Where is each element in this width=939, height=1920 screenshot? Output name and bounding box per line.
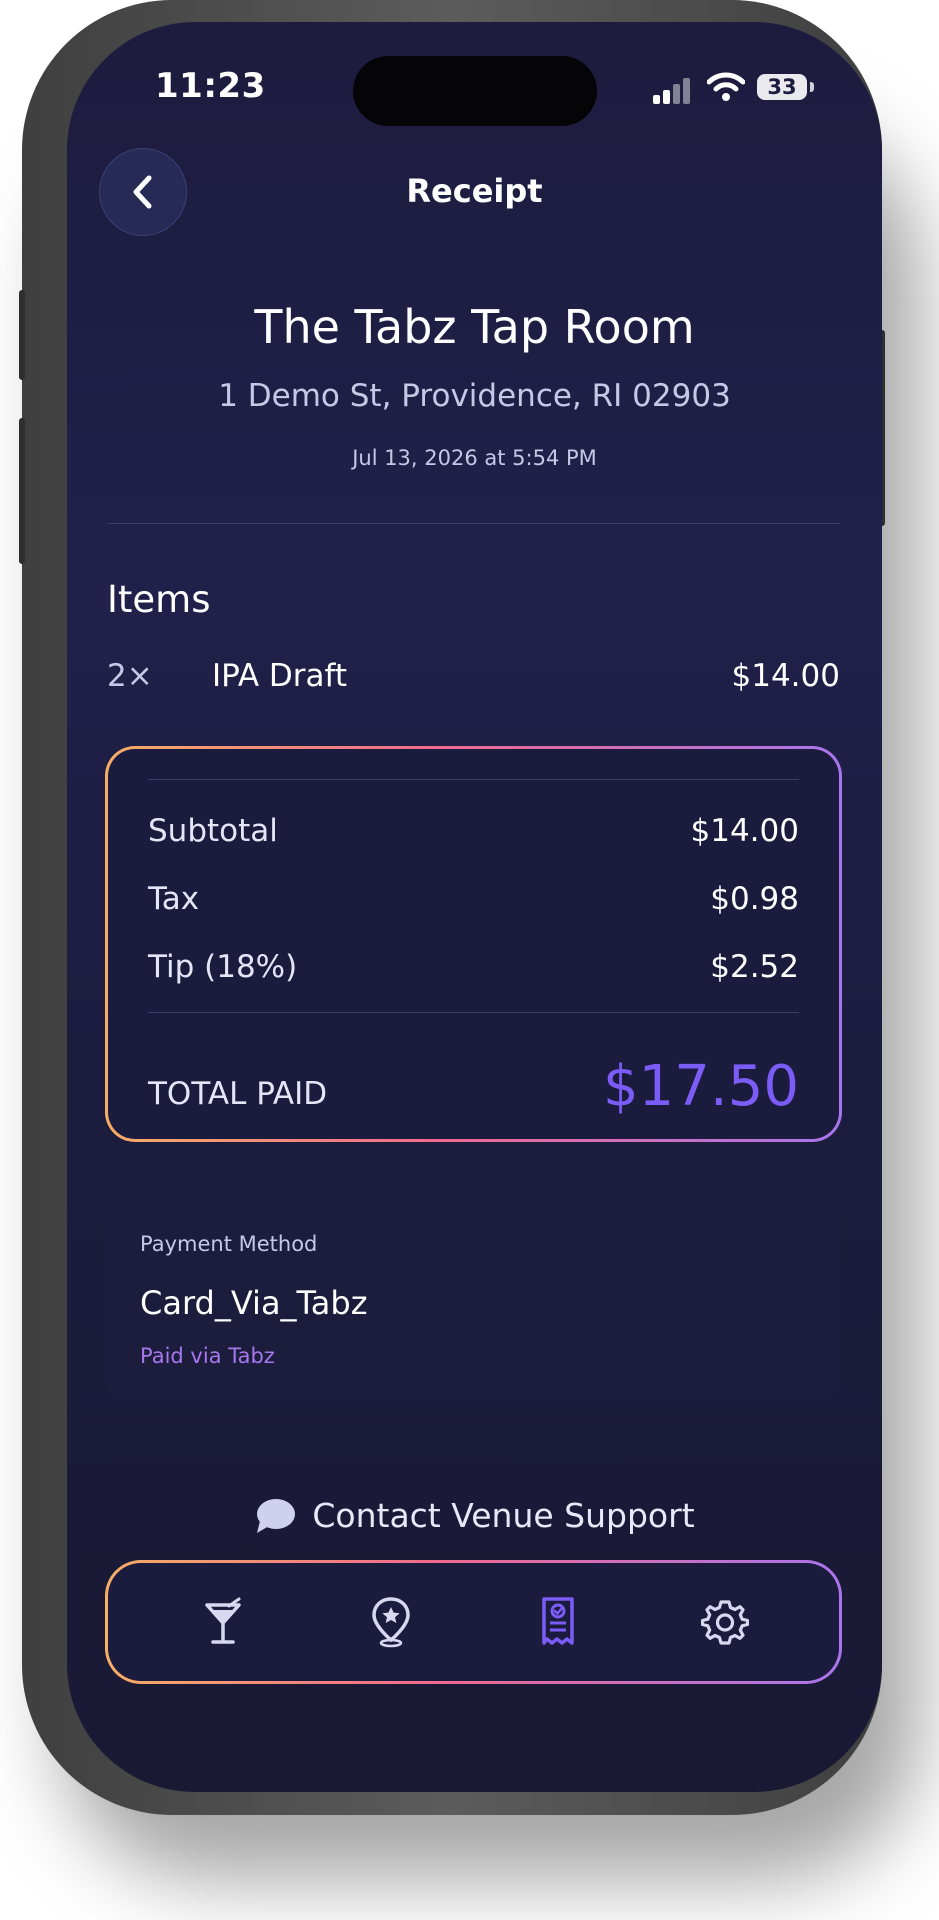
phone-frame: 11:23 33 Receipt The Tabz Tap Room 1 Dem… — [19, 0, 885, 1815]
tab-bar — [105, 1560, 842, 1684]
chat-bubble-icon — [257, 1498, 296, 1533]
divider — [148, 779, 799, 780]
tab-receipts[interactable] — [527, 1591, 589, 1653]
tip-value: $2.52 — [710, 949, 799, 985]
venue-address: 1 Demo St, Providence, RI 02903 — [218, 378, 731, 414]
payment-note: Paid via Tabz — [140, 1344, 275, 1368]
wifi-icon — [707, 72, 745, 101]
gear-icon — [701, 1600, 749, 1645]
items-heading: Items — [107, 578, 211, 621]
tab-settings[interactable] — [694, 1591, 756, 1653]
tab-venues[interactable] — [360, 1591, 422, 1653]
receipt-date: Jul 13, 2026 at 5:54 PM — [352, 446, 597, 470]
tax-label: Tax — [148, 881, 200, 917]
item-name: IPA Draft — [212, 658, 348, 694]
status-time: 11:23 — [155, 66, 266, 106]
cocktail-glass-icon — [205, 1597, 241, 1644]
tip-label: Tip (18%) — [148, 949, 298, 985]
item-quantity: 2× — [107, 658, 153, 694]
action-button — [19, 290, 25, 380]
divider — [148, 1012, 799, 1013]
divider — [107, 523, 840, 524]
tax-row: Tax $0.98 — [148, 881, 799, 921]
tip-row: Tip (18%) $2.52 — [148, 949, 799, 989]
map-pin-star-icon — [372, 1597, 410, 1648]
subtotal-value: $14.00 — [690, 813, 799, 849]
tab-drinks[interactable] — [193, 1591, 255, 1653]
tax-value: $0.98 — [710, 881, 799, 917]
list-item: 2× IPA Draft $14.00 — [107, 658, 840, 698]
app-screen: 11:23 33 Receipt The Tabz Tap Room 1 Dem… — [67, 22, 882, 1792]
subtotal-label: Subtotal — [148, 813, 278, 849]
total-value: $17.50 — [603, 1054, 799, 1119]
battery-tip — [810, 82, 814, 92]
page-title: Receipt — [406, 172, 543, 210]
payment-method-label: Payment Method — [140, 1232, 318, 1256]
payment-method-value: Card_Via_Tabz — [140, 1284, 368, 1322]
venue-name: The Tabz Tap Room — [254, 300, 695, 354]
contact-support-link[interactable]: Contact Venue Support — [67, 1496, 882, 1543]
battery-indicator: 33 — [757, 74, 807, 100]
signal-icon — [653, 76, 697, 104]
volume-button — [19, 418, 25, 564]
subtotal-row: Subtotal $14.00 — [148, 813, 799, 853]
dynamic-island — [353, 56, 597, 126]
receipt-check-icon — [542, 1597, 574, 1645]
contact-support-label: Contact Venue Support — [312, 1496, 695, 1535]
total-label: TOTAL PAID — [148, 1076, 328, 1112]
item-price: $14.00 — [731, 658, 840, 694]
summary-card: Subtotal $14.00 Tax $0.98 Tip (18%) $2.5… — [105, 746, 842, 1142]
